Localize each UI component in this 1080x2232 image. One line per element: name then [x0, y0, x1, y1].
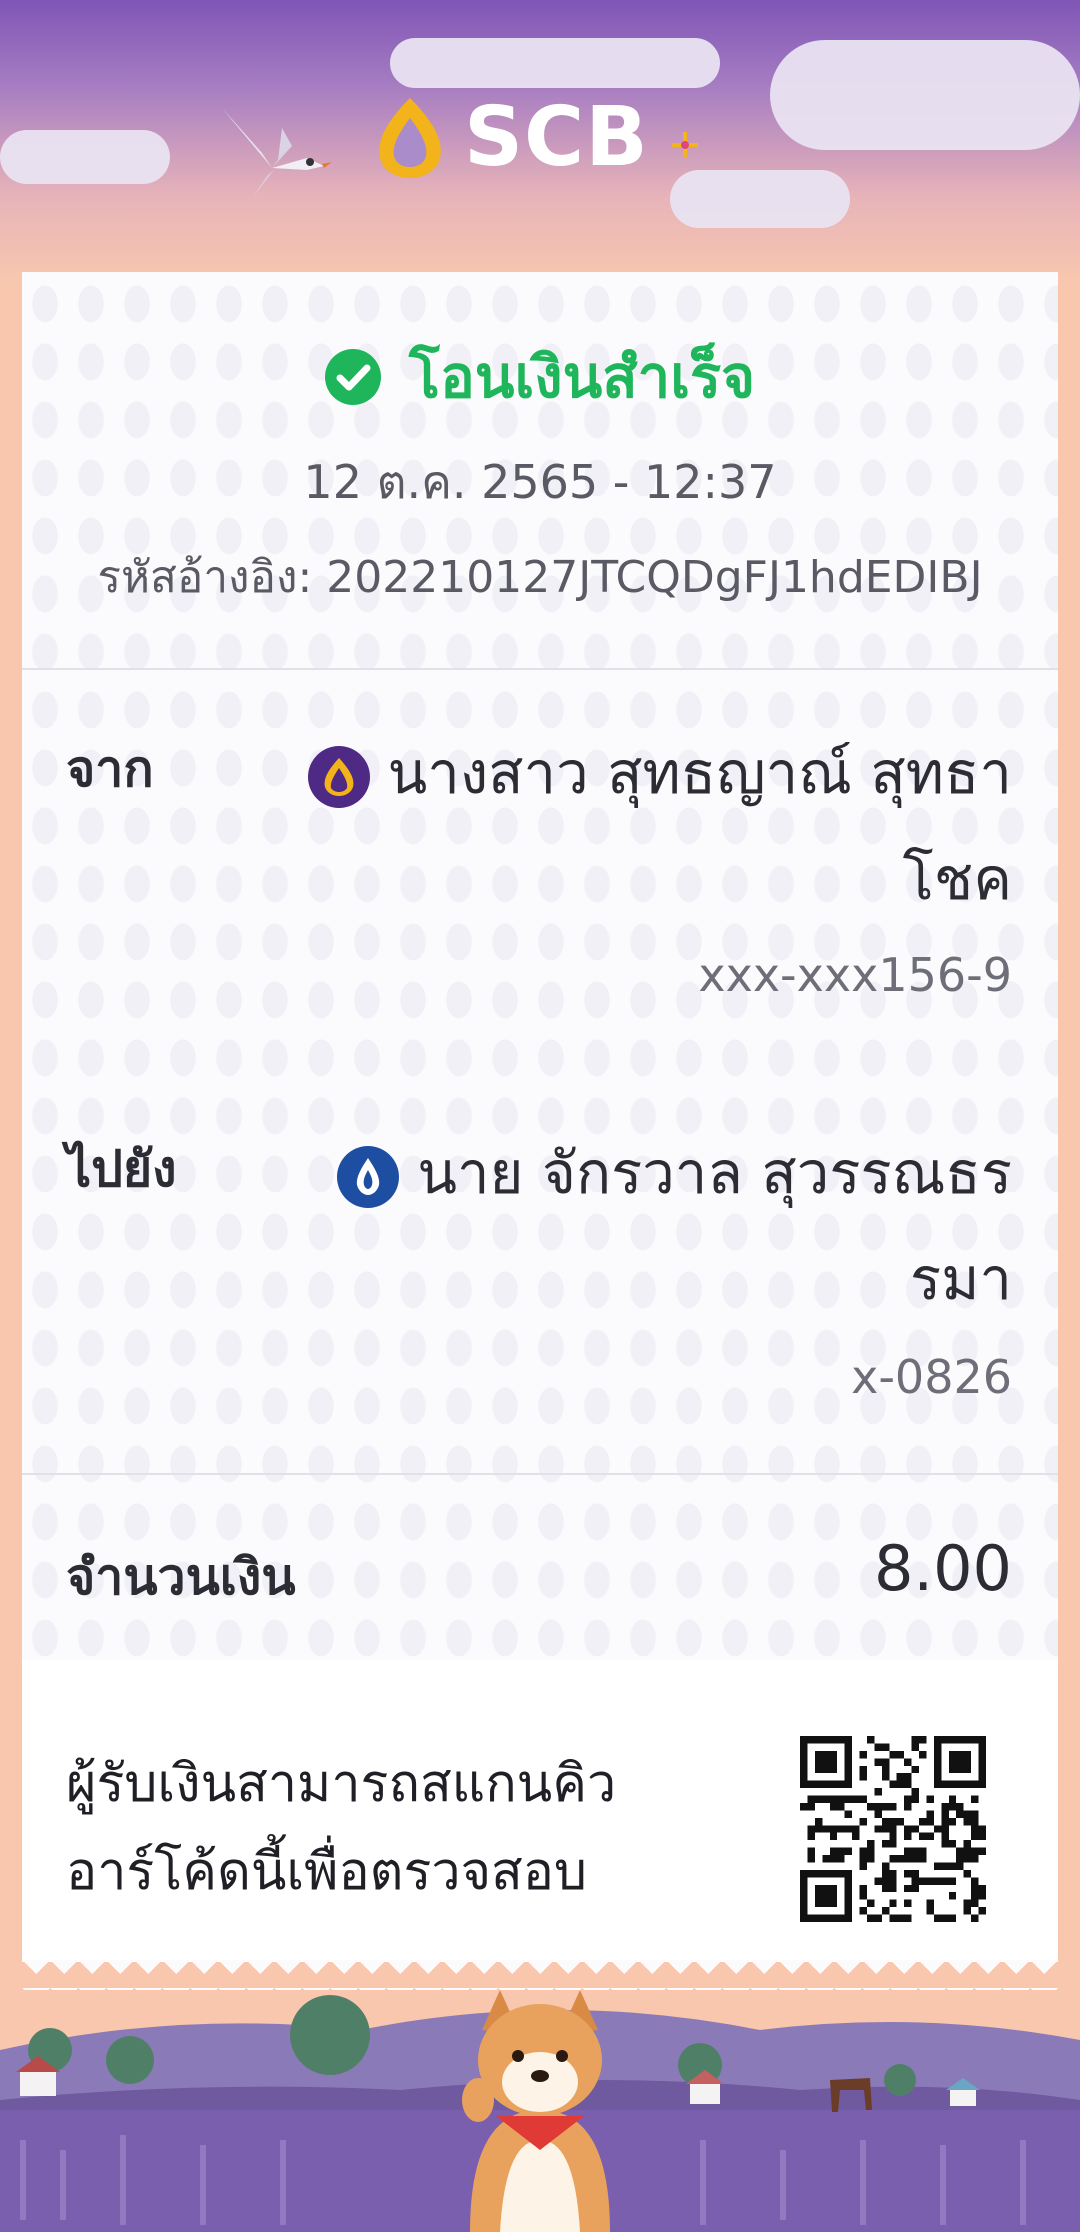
- qr-instruction: ผู้รับเงินสามารถสแกนคิว อาร์โค้ดนี้เพื่อ…: [66, 1740, 686, 1916]
- reference-label: รหัสอ้างอิง:: [97, 552, 313, 603]
- bangkok-bank-icon: [337, 1145, 400, 1208]
- receipt-zigzag-edge: [22, 1960, 1058, 1990]
- from-label: จาก: [66, 740, 154, 798]
- qr-code-icon[interactable]: [800, 1736, 986, 1922]
- from-name: นางสาว สุทธญาณ์ สุทธา โชค: [292, 720, 1012, 932]
- scb-bank-icon: [307, 745, 370, 808]
- from-name-line2: โชค: [902, 845, 1012, 913]
- to-name-line2: รมา: [910, 1245, 1012, 1313]
- transaction-datetime: 12 ต.ค. 2565 - 12:37: [303, 455, 777, 509]
- reference-value: 202210127JTCQDgFJ1hdEDIBJ: [326, 552, 983, 603]
- brand-plus-icon: [672, 132, 698, 158]
- divider: [22, 668, 1058, 670]
- bird-illustration-icon: [222, 108, 332, 198]
- scb-logo-icon: [379, 98, 441, 178]
- qr-instruction-line1: ผู้รับเงินสามารถสแกนคิว: [66, 1754, 617, 1814]
- to-name-line1: นาย จักรวาล สุวรรณธร: [417, 1139, 1012, 1207]
- divider: [22, 1473, 1058, 1475]
- amount-label: จำนวนเงิน: [66, 1548, 296, 1606]
- from-name-line1: นางสาว สุทธญาณ์ สุทธา: [387, 739, 1012, 807]
- to-account: x-0826: [851, 1350, 1012, 1404]
- check-circle-icon: [324, 348, 381, 405]
- status-row: โอนเงินสำเร็จ: [0, 330, 1080, 423]
- qr-instruction-line2: อาร์โค้ดนี้เพื่อตรวจสอบ: [66, 1842, 588, 1902]
- amount-value: 8.00: [873, 1532, 1012, 1605]
- brand-name: SCB: [464, 89, 649, 185]
- scb-logo: SCB: [370, 89, 649, 185]
- status-text: โอนเงินสำเร็จ: [408, 343, 756, 411]
- shiba-dog-illustration: [0, 1990, 1080, 2232]
- to-name: นาย จักรวาล สุวรรณธร รมา: [292, 1120, 1012, 1332]
- reference-row: รหัสอ้างอิง: 202210127JTCQDgFJ1hdEDIBJ: [0, 542, 1080, 612]
- from-account: xxx-xxx156-9: [698, 948, 1012, 1002]
- to-label: ไปยัง: [66, 1140, 177, 1198]
